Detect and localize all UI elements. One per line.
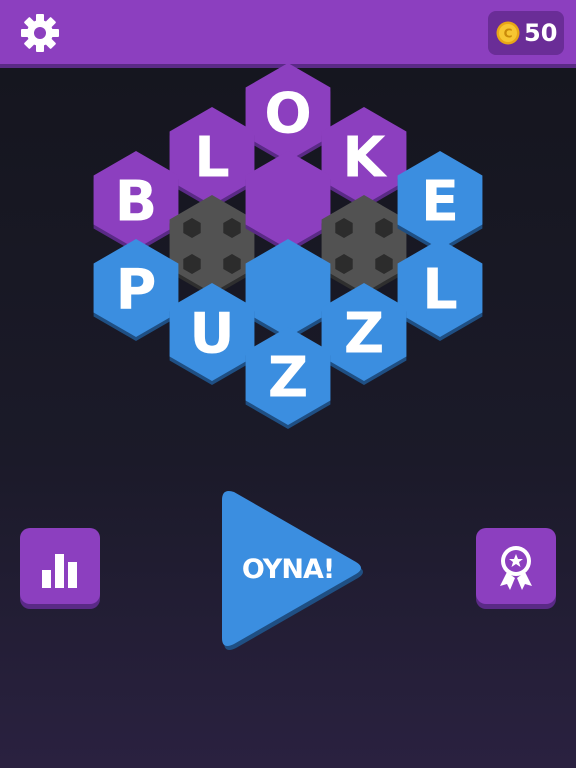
hex-letter: L (422, 258, 458, 323)
stats-button[interactable] (20, 528, 100, 604)
hex-tile[interactable]: L (397, 239, 483, 341)
play-button[interactable]: OYNA! (212, 486, 372, 656)
bar-chart-icon (42, 554, 77, 588)
hex-tile[interactable]: Z (321, 283, 407, 385)
hex-letter: K (342, 126, 388, 191)
hex-tile[interactable]: K (321, 107, 407, 209)
hex-tile[interactable]: B (93, 151, 179, 253)
hex-board: OL KB EP LU ZZ (93, 63, 483, 429)
achievements-button[interactable] (476, 528, 556, 604)
hex-tile[interactable]: E (397, 151, 483, 253)
play-label: OYNA! (241, 554, 335, 585)
hex-letter: Z (268, 346, 309, 411)
hex-tile[interactable]: U (169, 283, 255, 385)
hex-tile[interactable]: P (93, 239, 179, 341)
blocked-hex-tile (321, 195, 407, 297)
hex-letter: B (115, 170, 158, 235)
hex-tile[interactable] (245, 151, 331, 253)
hex-tile[interactable]: O (245, 63, 331, 165)
hex-tile[interactable]: Z (245, 327, 331, 429)
hex-tile[interactable] (245, 239, 331, 341)
hex-letter: E (421, 170, 459, 235)
hex-letter: U (189, 302, 234, 367)
blocked-hex-tile (169, 195, 255, 297)
hex-letter: P (115, 258, 156, 323)
hex-tile[interactable]: L (169, 107, 255, 209)
award-ribbon-icon (500, 546, 532, 590)
hex-letter: L (194, 126, 230, 191)
hex-letter: O (264, 82, 312, 147)
hex-letter: Z (344, 302, 385, 367)
